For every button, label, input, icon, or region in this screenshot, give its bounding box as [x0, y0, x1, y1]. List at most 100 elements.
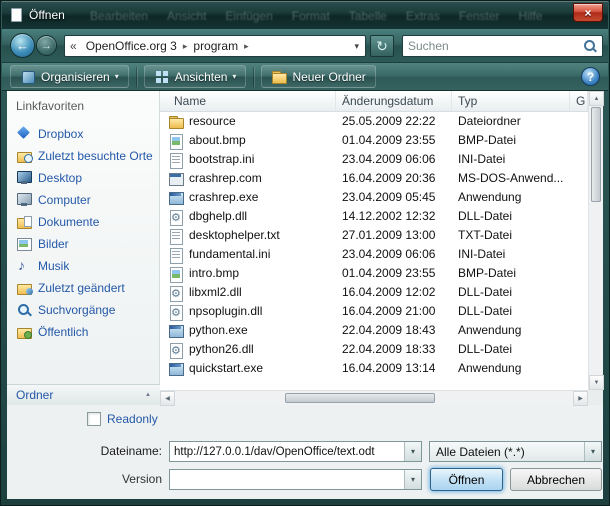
filetype-combo[interactable]: Alle Dateien (*.*) ▾ [429, 441, 602, 462]
file-row[interactable]: npsoplugin.dll 16.04.2009 21:00 DLL-Date… [160, 302, 588, 321]
file-name: quickstart.exe [189, 359, 263, 378]
dialog-client-area: Linkfavoriten Dropbox Zuletzt besuchte O… [7, 91, 603, 499]
titlebar[interactable]: Öffnen BearbeitenAnsichtEinfügenFormatTa… [2, 1, 608, 29]
dll-file-icon [168, 304, 184, 320]
chevron-down-icon: ▾ [115, 72, 119, 81]
sidebar-item[interactable]: Zuletzt besuchte Orte [7, 145, 159, 167]
sidebar-item-label: Zuletzt geändert [38, 281, 125, 295]
filename-dropdown-icon[interactable]: ▾ [404, 442, 421, 461]
sidebar-item[interactable]: Desktop [7, 167, 159, 189]
open-button[interactable]: Öffnen [430, 468, 503, 491]
file-row[interactable]: crashrep.com 16.04.2009 20:36 MS-DOS-Anw… [160, 169, 588, 188]
back-button[interactable]: ← [10, 33, 35, 58]
filename-label: Dateiname: [7, 444, 162, 458]
sidebar-item[interactable]: Dropbox [7, 123, 159, 145]
file-size [570, 226, 588, 245]
breadcrumb-separator-icon[interactable]: ▸ [181, 41, 190, 52]
scroll-down-icon[interactable]: ▼ [589, 375, 604, 390]
file-row[interactable]: about.bmp 01.04.2009 23:55 BMP-Datei [160, 131, 588, 150]
cancel-button[interactable]: Abbrechen [510, 468, 602, 491]
breadcrumb-overflow-icon[interactable]: « [65, 39, 82, 53]
sidebar-item[interactable]: Bilder [7, 233, 159, 255]
filename-input[interactable] [170, 446, 404, 458]
column-header-date[interactable]: Änderungsdatum [336, 91, 452, 111]
organize-button[interactable]: Organisieren ▾ [10, 65, 129, 88]
vertical-scroll-thumb[interactable] [591, 107, 601, 202]
file-row[interactable]: dbghelp.dll 14.12.2002 12:32 DLL-Datei [160, 207, 588, 226]
sidebar-item[interactable]: Dokumente [7, 211, 159, 233]
file-row[interactable]: python26.dll 22.04.2009 18:33 DLL-Datei [160, 340, 588, 359]
column-header-type[interactable]: Typ [452, 91, 570, 111]
horizontal-scrollbar[interactable]: ◀ ▶ [160, 390, 588, 405]
forward-button[interactable]: → [36, 35, 57, 56]
refresh-button[interactable]: ↻ [370, 35, 394, 57]
toolbar-separator [253, 67, 254, 87]
new-folder-button[interactable]: Neuer Ordner [261, 65, 375, 88]
readonly-label[interactable]: Readonly [107, 412, 158, 426]
file-row[interactable]: intro.bmp 01.04.2009 23:55 BMP-Datei [160, 264, 588, 283]
background-menu-item: Bearbeiten [90, 9, 148, 23]
breadcrumb-item[interactable]: program [189, 39, 242, 53]
search-input[interactable] [408, 39, 583, 53]
sidebar-item[interactable]: Zuletzt geändert [7, 277, 159, 299]
file-row[interactable]: fundamental.ini 23.04.2009 06:06 INI-Dat… [160, 245, 588, 264]
command-toolbar: Organisieren ▾ Ansichten ▾ Neuer Ordner … [2, 63, 608, 91]
file-row[interactable]: crashrep.exe 23.04.2009 05:45 Anwendung [160, 188, 588, 207]
file-size [570, 283, 588, 302]
file-name: bootstrap.ini [189, 150, 254, 169]
vertical-scrollbar[interactable]: ▲ ▼ [588, 91, 603, 390]
file-size [570, 207, 588, 226]
address-dropdown-icon[interactable]: ▾ [348, 41, 365, 52]
file-size [570, 302, 588, 321]
sidebar-item-label: Suchvorgänge [38, 303, 115, 317]
ini-file-icon [168, 247, 184, 263]
scroll-up-icon[interactable]: ▲ [589, 91, 604, 106]
readonly-row: Readonly [87, 412, 158, 426]
sidebar-item[interactable]: Suchvorgänge [7, 299, 159, 321]
version-dropdown-icon[interactable]: ▾ [404, 470, 421, 489]
filetype-dropdown-icon[interactable]: ▾ [584, 442, 601, 461]
folders-band[interactable]: Ordner ▲ [7, 384, 160, 405]
file-size [570, 131, 588, 150]
sidebar-item[interactable]: Öffentlich [7, 321, 159, 343]
version-combo[interactable]: ▾ [169, 469, 422, 490]
dialog-icon [11, 8, 22, 22]
txt-file-icon [168, 228, 184, 244]
column-header-size[interactable]: G [570, 91, 588, 111]
horizontal-scroll-thumb[interactable] [285, 393, 435, 403]
scroll-right-icon[interactable]: ▶ [573, 391, 588, 406]
sidebar-item-label: Computer [38, 193, 91, 207]
sidebar-item[interactable]: Musik [7, 255, 159, 277]
sidebar-item-label: Desktop [38, 171, 82, 185]
file-row[interactable]: resource 25.05.2009 22:22 Dateiordner [160, 112, 588, 131]
file-list: Name Änderungsdatum Typ G resource 25.05… [160, 91, 603, 405]
scroll-left-icon[interactable]: ◀ [160, 391, 175, 406]
file-row[interactable]: python.exe 22.04.2009 18:43 Anwendung [160, 321, 588, 340]
folders-label: Ordner [16, 388, 53, 402]
search-icon[interactable] [583, 39, 597, 53]
sidebar-item[interactable]: Computer [7, 189, 159, 211]
help-button[interactable]: ? [581, 67, 600, 86]
file-row[interactable]: quickstart.exe 16.04.2009 13:14 Anwendun… [160, 359, 588, 378]
breadcrumb[interactable]: « OpenOffice.org 3▸program▸ ▾ [64, 35, 366, 57]
file-row[interactable]: libxml2.dll 16.04.2009 12:02 DLL-Datei [160, 283, 588, 302]
forward-icon: → [41, 40, 52, 52]
views-button[interactable]: Ansichten ▾ [144, 65, 247, 88]
sidebar-item-label: Zuletzt besuchte Orte [38, 149, 153, 163]
scrollbar-corner [588, 390, 603, 405]
breadcrumb-separator-icon[interactable]: ▸ [242, 41, 251, 52]
file-type: BMP-Datei [452, 131, 570, 150]
readonly-checkbox[interactable] [87, 412, 101, 426]
filename-combo: ▾ [169, 441, 422, 462]
breadcrumb-item[interactable]: OpenOffice.org 3 [82, 39, 181, 53]
window-title: Öffnen [29, 8, 65, 22]
com-file-icon [168, 171, 184, 187]
file-list-body: resource 25.05.2009 22:22 Dateiordner ab… [160, 112, 588, 390]
close-button[interactable]: × [573, 3, 603, 22]
column-header-name[interactable]: Name [160, 91, 336, 111]
search-box [402, 35, 603, 57]
file-row[interactable]: desktophelper.txt 27.01.2009 13:00 TXT-D… [160, 226, 588, 245]
file-row[interactable]: bootstrap.ini 23.04.2009 06:06 INI-Datei [160, 150, 588, 169]
background-menu-item: Hilfe [519, 9, 543, 23]
file-type: Anwendung [452, 359, 570, 378]
